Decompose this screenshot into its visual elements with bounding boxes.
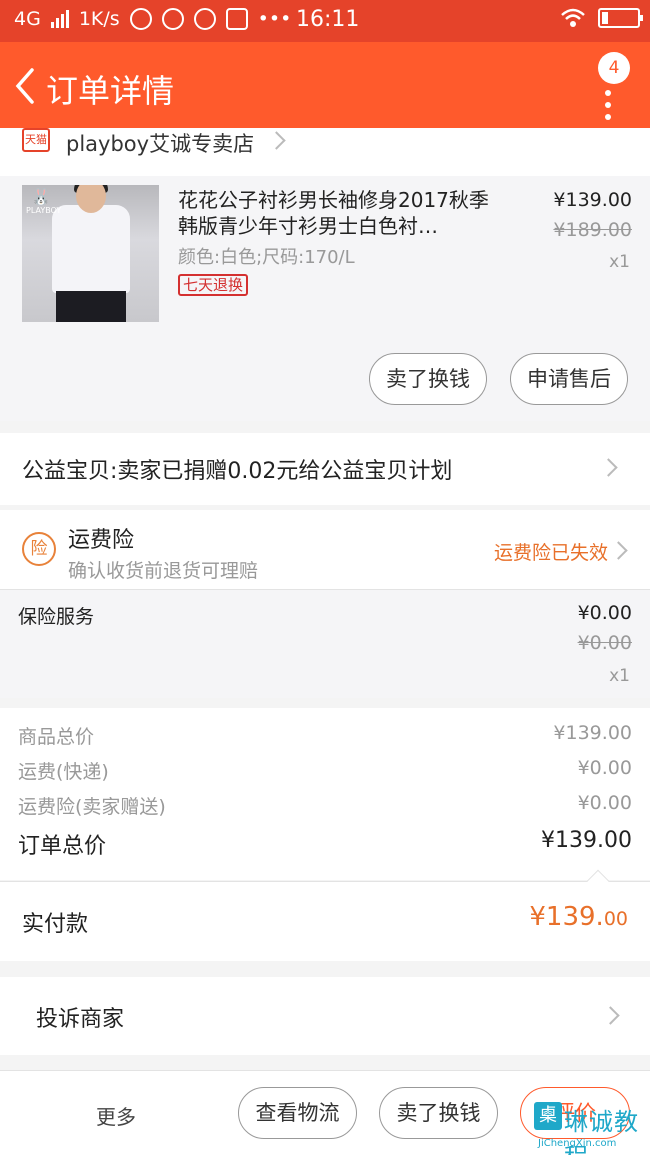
watermark-url: JiChengXin.com [538,1138,617,1149]
battery-icon [598,8,643,28]
network-speed: 1K/s [78,8,120,30]
shipping-fee-value: ¥0.00 [577,757,632,779]
nav-bar: 订单详情 4 [0,42,650,128]
shop-row[interactable]: 天猫 playboy艾诚专卖店 [0,128,650,176]
tmall-logo-icon: 天猫 [22,128,50,152]
page-title: 订单详情 [46,72,175,110]
shipping-insurance-row[interactable]: 险 运费险 确认收货前退货可理赔 运费险已失效 [0,510,650,590]
insurance-fee-value: ¥0.00 [577,792,632,814]
charity-row[interactable]: 公益宝贝:卖家已捐赠0.02元给公益宝贝计划 [0,433,650,505]
return-policy-tag: 七天退换 [178,274,249,296]
more-menu-icon[interactable] [605,90,611,126]
message-count-badge[interactable]: 4 [598,52,630,84]
after-sale-button[interactable]: 申请售后 [510,353,628,405]
price-summary: 商品总价 ¥139.00 运费(快递) ¥0.00 运费险(卖家赠送) ¥0.0… [0,708,650,880]
insurance-icon: 险 [22,532,56,566]
insurance-status: 运费险已失效 [493,542,608,564]
insurance-service-price: ¥0.00 [577,602,632,624]
site-watermark: 㮚 琳诚教程 JiChengXin.com [532,1098,650,1155]
product-quantity: x1 [609,252,630,272]
resell-button[interactable]: 卖了换钱 [369,353,487,405]
network-type: 4G [14,8,41,30]
insurance-fee-label: 运费险(卖家赠送) [18,796,166,818]
order-total-row: 订单总价 ¥139.00 [18,828,632,860]
product-price: ¥139.00 [553,189,632,211]
signal-icon [50,10,69,28]
wifi-icon [561,8,585,27]
chevron-right-icon [599,458,618,477]
alipay-icon [225,8,248,30]
clock: 16:11 [296,7,360,32]
charity-text: 公益宝贝:卖家已捐赠0.02元给公益宝贝计划 [22,459,453,484]
actual-payment-amount: ¥139.00 [529,902,628,932]
insurance-service-quantity: x1 [609,666,630,686]
product-image[interactable]: 🐰 PLAYBOY [22,185,159,322]
more-button[interactable]: 更多 [96,1101,136,1130]
watermark-logo-icon: 㮚 [534,1102,562,1130]
resell-bottom-button[interactable]: 卖了换钱 [379,1087,498,1139]
qq-icon [193,8,216,30]
order-item[interactable]: 🐰 PLAYBOY 花花公子衬衫男长袖修身2017秋季韩版青少年寸衫男士白色衬… … [0,176,650,421]
complain-seller-row[interactable]: 投诉商家 [0,977,650,1055]
insurance-fee-row: 运费险(卖家赠送) ¥0.00 [18,792,632,819]
back-arrow-icon[interactable] [12,66,42,106]
order-total-label: 订单总价 [18,834,107,859]
brand-logo: 🐰 PLAYBOY [26,187,62,215]
view-logistics-button[interactable]: 查看物流 [238,1087,357,1139]
mail-icon [129,8,152,30]
chevron-right-icon [601,1006,620,1025]
more-icon: ••• [257,8,292,30]
product-spec: 颜色:白色;尺码:170/L [178,247,355,268]
chevron-right-icon [267,131,286,150]
insurance-service-item: 保险服务 ¥0.00 ¥0.00 x1 [0,590,650,698]
chevron-right-icon [609,541,628,560]
shop-name: playboy艾诚专卖店 [66,132,255,156]
order-total-value: ¥139.00 [541,828,632,853]
shipping-fee-row: 运费(快递) ¥0.00 [18,757,632,784]
product-original-price: ¥189.00 [553,219,632,241]
status-bar: 4G 1K/s ••• 16:11 [0,0,650,42]
actual-payment-row: 实付款 ¥139.00 [0,869,650,961]
product-title: 花花公子衬衫男长袖修身2017秋季韩版青少年寸衫男士白色衬… [178,188,489,238]
goods-total-value: ¥139.00 [553,722,632,744]
shipping-fee-label: 运费(快递) [18,761,109,783]
insurance-service-original-price: ¥0.00 [577,632,632,654]
actual-payment-label: 实付款 [22,912,89,937]
goods-total-label: 商品总价 [18,726,95,748]
weibo-icon [161,8,184,30]
insurance-subtitle: 确认收货前退货可理赔 [68,560,259,582]
insurance-service-label: 保险服务 [18,606,95,628]
insurance-title: 运费险 [68,528,135,553]
goods-total-row: 商品总价 ¥139.00 [18,722,632,749]
complain-seller-label: 投诉商家 [36,1007,125,1032]
